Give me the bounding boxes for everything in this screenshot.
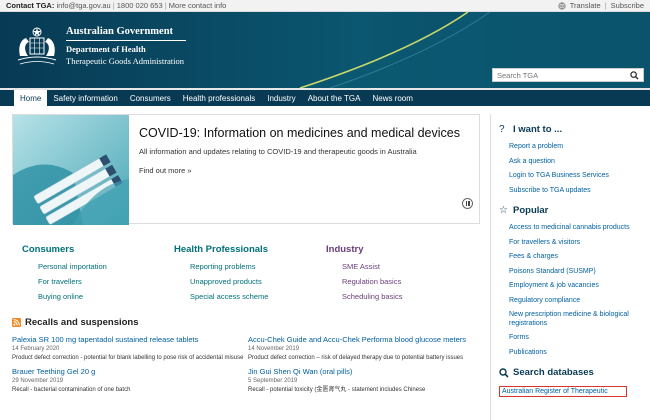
contact-phone-link[interactable]: 1800 020 653: [117, 1, 163, 10]
popular-section: ☆ Popular Access to medicinal cannabis p…: [491, 205, 646, 357]
popular-link[interactable]: Access to medicinal cannabis products: [509, 224, 646, 233]
health-link[interactable]: Unapproved products: [190, 277, 326, 286]
health-professionals-column: Health Professionals Reporting problems …: [174, 244, 326, 307]
industry-heading[interactable]: Industry: [326, 244, 478, 255]
popular-link[interactable]: Employment & job vacancies: [509, 282, 646, 291]
recall-date: 14 November 2019: [248, 346, 300, 352]
pause-icon-bar: [468, 201, 470, 206]
recall-item: Palexia SR 100 mg tapentadol sustained r…: [12, 335, 248, 362]
popular-link[interactable]: Regulatory compliance: [509, 297, 646, 306]
nav-health-professionals[interactable]: Health professionals: [177, 90, 261, 106]
feature-vials-image[interactable]: [13, 115, 129, 225]
gov-title: Australian Government: [66, 26, 186, 41]
popular-link[interactable]: New prescription medicine & biological r…: [509, 311, 646, 328]
recall-item: Brauer Teething Gel 20 g 29 November 201…: [12, 367, 248, 394]
recall-description: Product defect correction - potential fo…: [12, 355, 244, 361]
nav-home[interactable]: Home: [14, 90, 48, 106]
utility-links: Translate | Subscribe: [558, 1, 644, 10]
i-want-to-heading: I want to ...: [513, 124, 563, 135]
contact-label: Contact TGA:: [6, 1, 55, 10]
globe-icon: [558, 1, 566, 10]
consumers-link[interactable]: Personal importation: [38, 262, 174, 271]
divider: |: [604, 1, 607, 10]
popular-link[interactable]: For travellers & visitors: [509, 239, 646, 248]
consumers-heading[interactable]: Consumers: [22, 244, 174, 255]
popular-heading: Popular: [513, 205, 549, 216]
want-link-report-problem[interactable]: Report a problem: [509, 143, 646, 152]
want-link-business-services[interactable]: Login to TGA Business Services: [509, 172, 646, 181]
recalls-header: Recalls and suspensions: [12, 317, 480, 328]
search-box: [492, 68, 644, 82]
recall-date: 29 November 2019: [12, 378, 64, 384]
search-databases-heading: Search databases: [513, 367, 594, 378]
nav-about-tga[interactable]: About the TGA: [302, 90, 367, 106]
contact-info: Contact TGA: info@tga.gov.au | 1800 020 …: [6, 1, 226, 10]
pause-carousel-button[interactable]: [462, 198, 473, 209]
popular-link[interactable]: Fees & charges: [509, 253, 646, 262]
recall-description: Recall - bacterial contamination of one …: [12, 387, 131, 393]
nav-safety-information[interactable]: Safety information: [47, 90, 123, 106]
recall-title-link[interactable]: Jin Gui Shen Qi Wan (oral pills): [248, 367, 480, 376]
consumers-link[interactable]: Buying online: [38, 292, 174, 301]
recall-item: Jin Gui Shen Qi Wan (oral pills) 5 Septe…: [248, 367, 480, 394]
want-link-ask-question[interactable]: Ask a question: [509, 158, 646, 167]
recalls-list: Palexia SR 100 mg tapentadol sustained r…: [12, 335, 480, 394]
popular-link[interactable]: Publications: [509, 349, 646, 358]
star-icon: ☆: [499, 204, 508, 216]
question-mark-icon: ?: [499, 123, 505, 135]
recall-date: 14 February 2020: [12, 346, 60, 352]
translate-link[interactable]: Translate: [570, 1, 601, 10]
recall-date: 5 September 2019: [248, 378, 298, 384]
health-link[interactable]: Reporting problems: [190, 262, 326, 271]
site-header: Australian Government Department of Heal…: [0, 12, 650, 88]
want-link-subscribe[interactable]: Subscribe to TGA updates: [509, 187, 646, 196]
nav-consumers[interactable]: Consumers: [124, 90, 177, 106]
find-out-more-link[interactable]: Find out more »: [139, 166, 192, 175]
health-professionals-heading[interactable]: Health Professionals: [174, 244, 326, 255]
divider: |: [112, 1, 115, 10]
dept-title: Department of Health: [66, 44, 146, 54]
popular-link[interactable]: Poisons Standard (SUSMP): [509, 268, 646, 277]
recalls-heading[interactable]: Recalls and suspensions: [25, 317, 139, 328]
search-icon[interactable]: [630, 70, 639, 80]
recall-description: Recall - potential toxicity (金匮肾气丸 - sta…: [248, 387, 426, 393]
recall-title-link[interactable]: Brauer Teething Gel 20 g: [12, 367, 248, 376]
i-want-to-section: ? I want to ... Report a problem Ask a q…: [491, 124, 646, 195]
feature-carousel: COVID-19: Information on medicines and m…: [12, 114, 480, 225]
feature-description: All information and updates relating to …: [139, 147, 417, 156]
industry-link[interactable]: Scheduling basics: [342, 292, 478, 301]
divider: |: [164, 1, 167, 10]
rss-icon[interactable]: [12, 318, 21, 327]
consumers-column: Consumers Personal importation For trave…: [22, 244, 174, 307]
artg-database-link[interactable]: Australian Register of Therapeutic: [499, 386, 627, 397]
health-link[interactable]: Special access scheme: [190, 292, 326, 301]
recall-title-link[interactable]: Palexia SR 100 mg tapentadol sustained r…: [12, 335, 248, 344]
sidebar: ? I want to ... Report a problem Ask a q…: [490, 114, 646, 420]
pause-icon: [465, 201, 467, 206]
recall-description: Product defect correction – risk of dela…: [248, 355, 464, 361]
magnifier-icon: [499, 367, 509, 378]
tga-logo[interactable]: Australian Government Department of Heal…: [14, 26, 186, 68]
feature-title[interactable]: COVID-19: Information on medicines and m…: [139, 125, 469, 141]
nav-industry[interactable]: Industry: [261, 90, 301, 106]
popular-link[interactable]: Forms: [509, 334, 646, 343]
main-content: COVID-19: Information on medicines and m…: [12, 114, 480, 394]
consumers-link[interactable]: For travellers: [38, 277, 174, 286]
main-nav: Home Safety information Consumers Health…: [0, 88, 650, 106]
audience-links: Consumers Personal importation For trave…: [12, 244, 480, 307]
nav-news-room[interactable]: News room: [366, 90, 418, 106]
search-databases-section: Search databases: [491, 367, 646, 378]
recall-item: Accu-Chek Guide and Accu-Chek Performa b…: [248, 335, 480, 362]
utility-bar: Contact TGA: info@tga.gov.au | 1800 020 …: [0, 0, 650, 12]
more-contact-link[interactable]: More contact info: [169, 1, 227, 10]
contact-email-link[interactable]: info@tga.gov.au: [56, 1, 110, 10]
coat-of-arms-icon: [17, 27, 57, 65]
industry-link[interactable]: Regulation basics: [342, 277, 478, 286]
search-input[interactable]: [497, 70, 617, 80]
recall-title-link[interactable]: Accu-Chek Guide and Accu-Chek Performa b…: [248, 335, 480, 344]
subscribe-link[interactable]: Subscribe: [611, 1, 644, 10]
tga-title: Therapeutic Goods Administration: [66, 56, 185, 66]
industry-link[interactable]: SME Assist: [342, 262, 478, 271]
industry-column: Industry SME Assist Regulation basics Sc…: [326, 244, 478, 307]
